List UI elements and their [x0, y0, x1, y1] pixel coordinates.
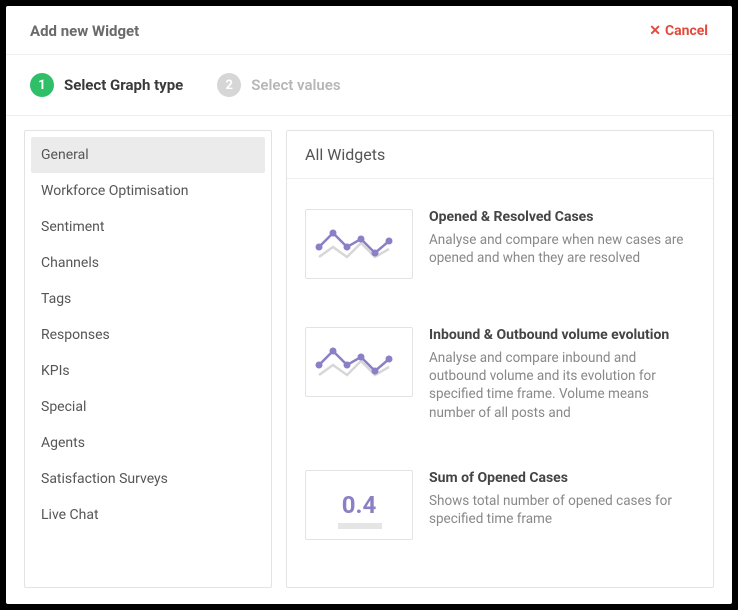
number-metric-icon: 0.4 — [305, 470, 413, 540]
widget-title: Inbound & Outbound volume evolution — [429, 327, 695, 343]
sidebar-item-live-chat[interactable]: Live Chat — [31, 497, 265, 533]
cancel-label: Cancel — [665, 23, 708, 39]
sidebar-item-satisfaction-surveys[interactable]: Satisfaction Surveys — [31, 461, 265, 497]
sidebar-item-channels[interactable]: Channels — [31, 245, 265, 281]
step-label: Select Graph type — [64, 76, 183, 94]
widget-info: Sum of Opened Cases Shows total number o… — [429, 470, 695, 540]
step-number: 2 — [217, 73, 241, 97]
widget-desc: Shows total number of opened cases for s… — [429, 492, 695, 528]
step-label: Select values — [251, 76, 340, 94]
step-number: 1 — [30, 73, 54, 97]
sidebar-item-kpis[interactable]: KPIs — [31, 353, 265, 389]
dialog-body: General Workforce Optimisation Sentiment… — [6, 116, 732, 604]
widget-list[interactable]: Opened & Resolved Cases Analyse and comp… — [287, 179, 713, 587]
category-sidebar: General Workforce Optimisation Sentiment… — [24, 130, 272, 588]
sidebar-item-sentiment[interactable]: Sentiment — [31, 209, 265, 245]
widget-title: Sum of Opened Cases — [429, 470, 695, 486]
dialog-title: Add new Widget — [30, 22, 139, 40]
sidebar-item-general[interactable]: General — [31, 137, 265, 173]
cancel-button[interactable]: ✕ Cancel — [649, 23, 708, 39]
widget-option[interactable]: 0.4 Sum of Opened Cases Shows total numb… — [291, 446, 709, 564]
widget-desc: Analyse and compare inbound and outbound… — [429, 349, 695, 422]
line-chart-icon — [305, 327, 413, 397]
widget-title: Opened & Resolved Cases — [429, 209, 695, 225]
widget-desc: Analyse and compare when new cases are o… — [429, 231, 695, 267]
dialog-header: Add new Widget ✕ Cancel — [6, 6, 732, 55]
close-icon: ✕ — [649, 23, 661, 39]
sidebar-item-special[interactable]: Special — [31, 389, 265, 425]
sidebar-item-tags[interactable]: Tags — [31, 281, 265, 317]
line-chart-icon — [305, 209, 413, 279]
metric-bar-icon — [338, 523, 382, 529]
widget-list-panel: All Widgets — [286, 130, 714, 588]
widget-list-header: All Widgets — [287, 131, 713, 179]
step-select-values[interactable]: 2 Select values — [217, 73, 340, 97]
add-widget-dialog: Add new Widget ✕ Cancel 1 Select Graph t… — [6, 6, 732, 604]
sidebar-item-responses[interactable]: Responses — [31, 317, 265, 353]
widget-option[interactable]: Opened & Resolved Cases Analyse and comp… — [291, 185, 709, 303]
sidebar-item-agents[interactable]: Agents — [31, 425, 265, 461]
step-select-graph-type[interactable]: 1 Select Graph type — [30, 73, 183, 97]
widget-info: Inbound & Outbound volume evolution Anal… — [429, 327, 695, 422]
sidebar-item-workforce-optimisation[interactable]: Workforce Optimisation — [31, 173, 265, 209]
metric-value: 0.4 — [342, 491, 377, 519]
wizard-steps: 1 Select Graph type 2 Select values — [6, 55, 732, 116]
widget-info: Opened & Resolved Cases Analyse and comp… — [429, 209, 695, 279]
widget-option[interactable]: Inbound & Outbound volume evolution Anal… — [291, 303, 709, 446]
